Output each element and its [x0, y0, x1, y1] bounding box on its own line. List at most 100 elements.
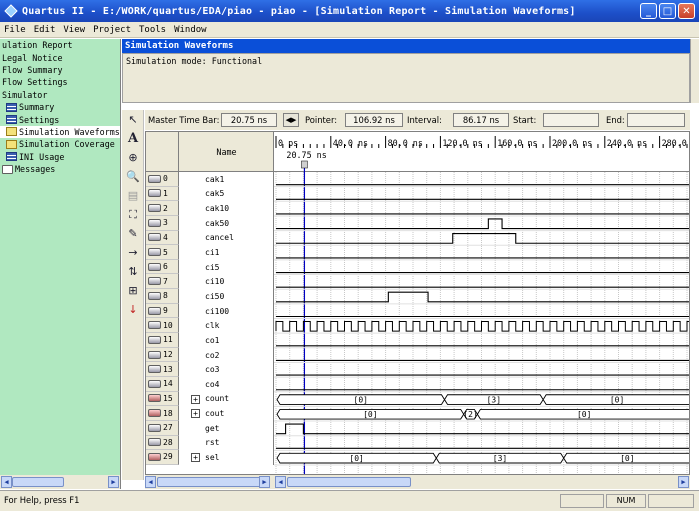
tree-item-label: Simulation Waveforms — [19, 126, 120, 137]
waveform-editor[interactable]: Name 0 cak1 1 cak5 2 cak10 3 cak50 4 cancel 5 ci1 6 c… — [145, 131, 690, 475]
signal-id-cell: 10 — [146, 318, 179, 334]
input-pin-icon — [148, 306, 161, 315]
signal-id-cell: 11 — [146, 333, 179, 348]
signal-name: sel — [205, 452, 220, 462]
status-bar: For Help, press F1 NUM — [0, 490, 699, 511]
maximize-button[interactable]: □ — [659, 3, 676, 19]
minimize-button[interactable]: _ — [640, 3, 657, 19]
tree-item[interactable]: Flow Summary — [0, 64, 120, 76]
sort-icon[interactable]: ↓ — [122, 300, 144, 319]
bus-value-label: [0] — [354, 395, 368, 404]
full-screen-icon[interactable]: ▤ — [122, 186, 144, 205]
scroll-thumb[interactable] — [12, 477, 64, 487]
signal-name: cak1 — [205, 174, 225, 184]
expand-icon[interactable]: + — [191, 409, 200, 419]
signal-id: 29 — [163, 452, 173, 462]
scroll-left-icon[interactable]: ◀ — [1, 476, 12, 488]
expand-icon[interactable]: + — [191, 453, 200, 463]
tree-item[interactable]: Simulation Coverage — [0, 138, 120, 150]
text-tool-icon[interactable]: A — [122, 129, 144, 148]
tree-item[interactable]: Settings — [0, 113, 120, 125]
menu-project[interactable]: Project — [93, 25, 131, 35]
scroll-right-icon[interactable]: ▶ — [259, 476, 270, 488]
signal-waveform — [276, 291, 689, 303]
input-pin-icon — [148, 321, 161, 330]
tree-item[interactable]: Simulator — [0, 89, 120, 101]
menu-window[interactable]: Window — [174, 25, 207, 35]
master-time-marker-handle — [301, 160, 308, 169]
input-pin-icon — [148, 248, 161, 257]
menu-file[interactable]: File — [4, 25, 26, 35]
menu-tools[interactable]: Tools — [139, 25, 166, 35]
bus-value-label: [3] — [493, 454, 507, 463]
tree-item[interactable]: Summary — [0, 101, 120, 113]
signal-name: co3 — [205, 365, 220, 375]
bus-value-label: [0] — [620, 454, 634, 463]
quartus-logo-icon — [4, 4, 18, 18]
invert-icon[interactable]: ⇅ — [122, 262, 144, 281]
signal-id: 0 — [163, 174, 168, 184]
tree-item[interactable]: Simulation Waveforms — [0, 125, 120, 139]
replace-icon[interactable]: ✎ — [122, 224, 144, 243]
time-bar: Master Time Bar: 20.75 ns ◀▶ Pointer: 10… — [145, 110, 690, 130]
count-value-icon[interactable]: ⊞ — [122, 281, 144, 300]
status-message: For Help, press F1 — [4, 495, 80, 505]
selection-tool-icon[interactable]: ↖ — [122, 110, 144, 129]
scroll-left-icon[interactable]: ◀ — [145, 476, 156, 488]
tree-item-label: Summary — [19, 102, 55, 113]
signal-id-cell: 9 — [146, 303, 179, 319]
folder-icon — [6, 127, 17, 137]
signal-id: 1 — [163, 188, 168, 198]
start-field[interactable] — [543, 113, 599, 127]
master-time-spinner[interactable]: ◀▶ — [283, 113, 299, 127]
tree-item[interactable]: Messages — [0, 163, 120, 175]
tree-horizontal-scrollbar[interactable]: ◀ ▶ — [0, 475, 121, 489]
menu-bar: File Edit View Project Tools Window — [0, 22, 699, 38]
ruler-tick-label: 240.0 ns — [607, 138, 647, 148]
signal-name: count — [205, 394, 230, 404]
tree-item[interactable]: Flow Settings — [0, 76, 120, 88]
tree-item-label: Flow Summary — [2, 64, 63, 75]
waveform-scroll-thumb[interactable] — [287, 477, 411, 487]
menu-view[interactable]: View — [63, 25, 85, 35]
tree-item-label: INI Usage — [19, 151, 65, 162]
signal-id: 9 — [163, 306, 168, 316]
signal-id-cell: 6 — [146, 259, 179, 275]
menu-edit[interactable]: Edit — [34, 25, 56, 35]
tree-item[interactable]: Legal Notice — [0, 51, 120, 63]
simulation-mode-text: Simulation mode: Functional — [126, 56, 263, 66]
zoom-tool-icon[interactable]: 🔍 — [122, 167, 144, 186]
signal-id: 6 — [163, 262, 168, 272]
waveform-horizontal-scrollbar[interactable]: ◀ ▶ ◀ ▶ — [145, 475, 690, 489]
minimize-icon: _ — [646, 5, 651, 17]
report-vertical-scrollbar[interactable] — [690, 39, 699, 103]
waveform-plot[interactable]: 0 ps 40.0 ns 80.0 ns 120.0 ns 160.0 ns 200.0 … — [274, 132, 690, 475]
scroll-left-icon[interactable]: ◀ — [275, 476, 286, 488]
end-field[interactable] — [627, 113, 685, 127]
signal-name-cell: rst — [179, 435, 274, 451]
tree-item[interactable]: INI Usage — [0, 151, 120, 163]
input-pin-icon — [148, 174, 161, 183]
signal-name: get — [205, 423, 220, 433]
input-pin-icon — [148, 365, 161, 374]
master-time-bar-field[interactable]: 20.75 ns — [221, 113, 277, 127]
find-icon[interactable]: ⛶ — [122, 205, 144, 224]
tree-item[interactable]: ulation Report — [0, 39, 120, 51]
window-title: Quartus II - E:/WORK/quartus/EDA/piao - … — [22, 5, 576, 17]
scroll-right-icon[interactable]: ▶ — [108, 476, 119, 488]
signal-id-cell: 27 — [146, 420, 179, 436]
assign-value-icon[interactable]: → — [122, 243, 144, 262]
signal-id: 13 — [163, 364, 173, 374]
title-bar: Quartus II - E:/WORK/quartus/EDA/piao - … — [0, 0, 699, 22]
expand-icon[interactable]: + — [191, 394, 200, 404]
waveform-editing-tool-icon[interactable]: ⊕ — [122, 148, 144, 167]
signal-name: ci1 — [205, 248, 220, 258]
scroll-right-icon[interactable]: ▶ — [678, 476, 689, 488]
close-button[interactable]: ✕ — [678, 3, 695, 19]
bus-value-label: [0] — [363, 410, 377, 419]
signal-name-cell: cak5 — [179, 186, 274, 202]
signal-id-cell: 15 — [146, 391, 179, 407]
tree-item-label: ulation Report — [2, 40, 73, 51]
signal-id: 10 — [163, 320, 173, 330]
names-scroll-thumb[interactable] — [157, 477, 269, 487]
